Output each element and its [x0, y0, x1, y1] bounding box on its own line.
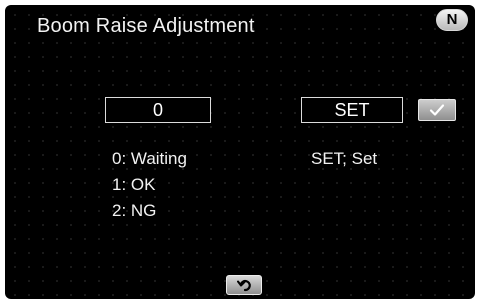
page-title: Boom Raise Adjustment — [37, 15, 255, 37]
status-legend-item-waiting: 0: Waiting — [112, 149, 187, 168]
set-button[interactable]: SET — [301, 97, 403, 123]
status-legend: 0: Waiting 1: OK 2: NG — [112, 146, 187, 224]
checkmark-icon — [429, 104, 445, 116]
set-legend: SET; Set — [311, 149, 378, 168]
return-arrow-icon — [237, 279, 251, 292]
monitor-screen: Boom Raise Adjustment N 0 SET 0: Waiting… — [5, 5, 475, 299]
status-value-display: 0 — [105, 97, 211, 123]
back-button[interactable] — [226, 275, 262, 295]
mode-badge: N — [436, 9, 468, 31]
status-legend-item-ok: 1: OK — [112, 175, 156, 194]
confirm-button[interactable] — [418, 99, 456, 121]
status-legend-item-ng: 2: NG — [112, 201, 157, 220]
